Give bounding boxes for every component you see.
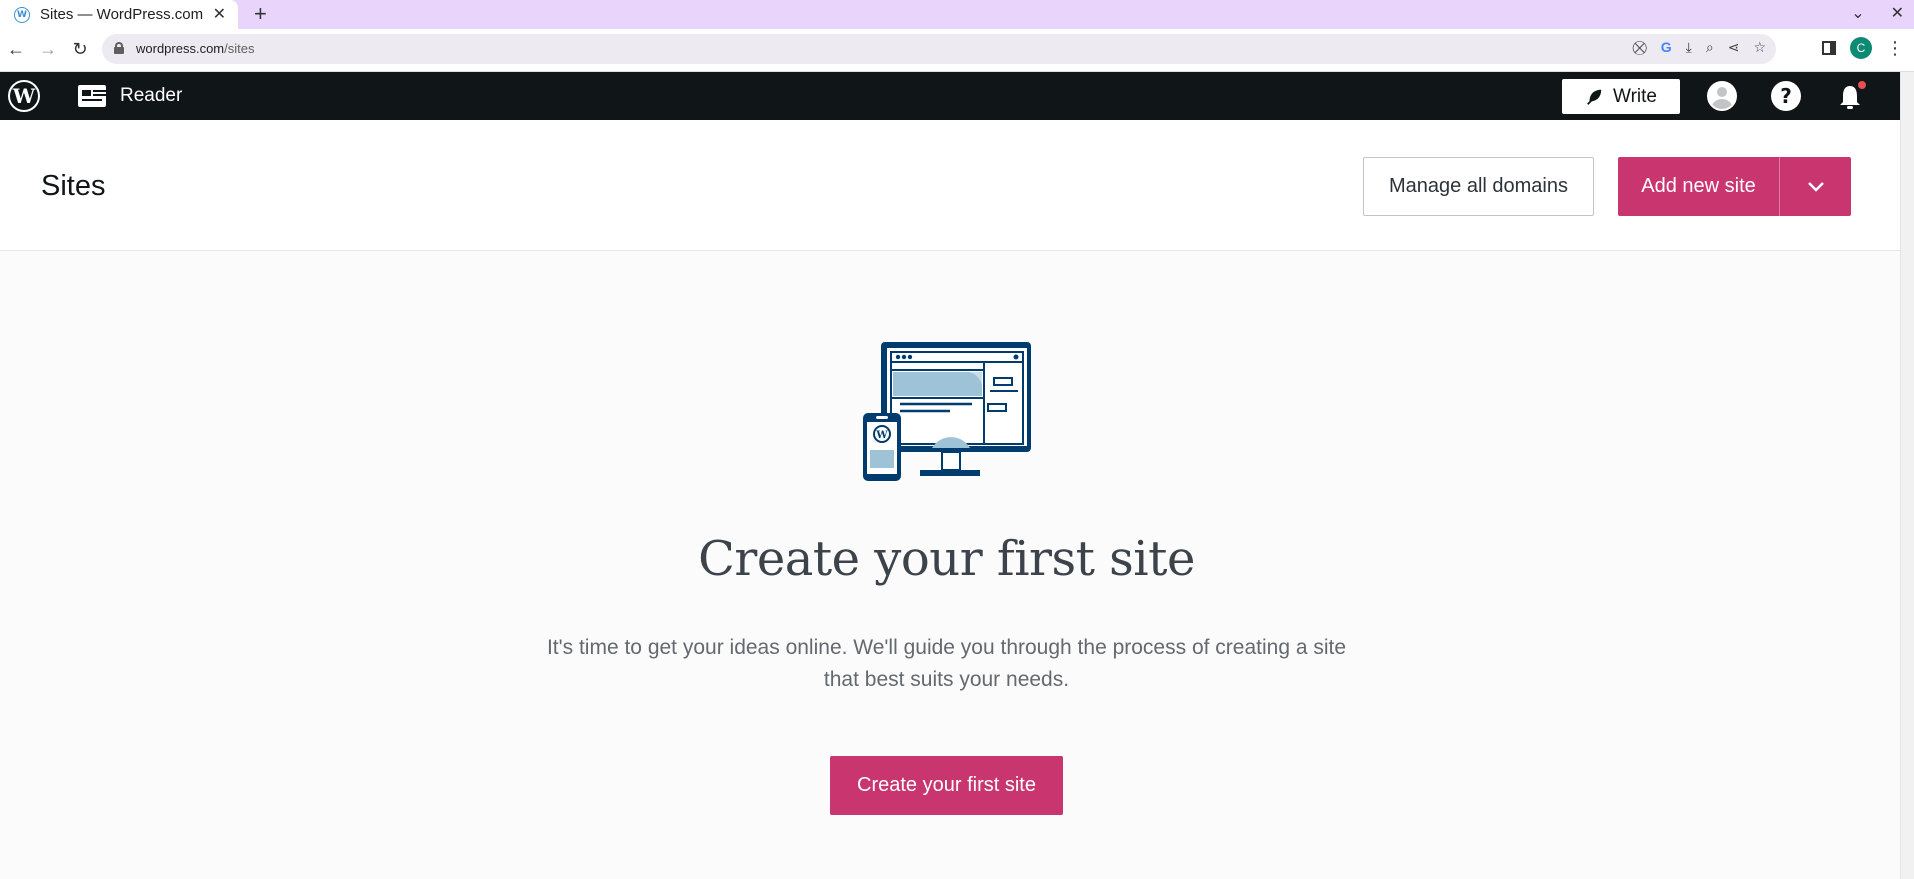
window-close-icon[interactable]: ✕ bbox=[1891, 3, 1904, 23]
user-avatar[interactable] bbox=[1707, 81, 1737, 111]
cookie-blocked-icon[interactable]: ⛒ bbox=[1632, 39, 1646, 56]
close-tab-icon[interactable]: ✕ bbox=[213, 4, 226, 24]
chevron-down-icon bbox=[1807, 181, 1824, 192]
site-devices-illustration: W bbox=[863, 342, 1031, 481]
add-site-dropdown-toggle[interactable] bbox=[1780, 157, 1851, 216]
zoom-icon[interactable]: ⌕ bbox=[1706, 39, 1714, 56]
add-new-site-split-button: Add new site bbox=[1618, 157, 1851, 216]
write-label: Write bbox=[1613, 85, 1657, 107]
create-first-site-button[interactable]: Create your first site bbox=[830, 756, 1063, 815]
install-icon[interactable]: ⤓ bbox=[1686, 39, 1692, 56]
browser-menu-icon[interactable]: ⋮ bbox=[1886, 38, 1904, 58]
share-icon[interactable]: ⋖ bbox=[1728, 39, 1740, 56]
profile-avatar[interactable]: C bbox=[1850, 37, 1872, 59]
tab-search-chevron-icon[interactable]: ⌄ bbox=[1851, 3, 1864, 23]
write-button[interactable]: Write bbox=[1562, 79, 1680, 114]
masterbar: W Reader Write ? bbox=[0, 72, 1900, 120]
page-title: Sites bbox=[41, 170, 106, 202]
quill-icon bbox=[1587, 89, 1602, 105]
browser-toolbar: ← → ↻ wordpress.com/sites ⛒ G ⤓ ⌕ ⋖ ☆ C … bbox=[0, 29, 1914, 72]
empty-state-description: It's time to get your ideas online. We'l… bbox=[546, 636, 1347, 691]
wordpress-favicon-icon: W bbox=[14, 6, 30, 23]
back-icon[interactable]: ← bbox=[4, 37, 28, 61]
lock-icon bbox=[114, 42, 124, 54]
new-tab-button[interactable]: + bbox=[254, 1, 267, 27]
browser-tab[interactable]: W Sites — WordPress.com ✕ bbox=[0, 0, 238, 29]
empty-state-title: Create your first site bbox=[698, 531, 1195, 587]
add-new-site-button[interactable]: Add new site bbox=[1618, 157, 1780, 216]
google-icon[interactable]: G bbox=[1661, 39, 1672, 56]
reader-label: Reader bbox=[120, 85, 183, 106]
manage-all-domains-button[interactable]: Manage all domains bbox=[1363, 157, 1594, 216]
address-bar[interactable]: wordpress.com/sites ⛒ G ⤓ ⌕ ⋖ ☆ bbox=[102, 34, 1776, 64]
page-scrollbar[interactable] bbox=[1900, 72, 1914, 879]
svg-text:W: W bbox=[875, 430, 888, 441]
reader-link[interactable]: Reader bbox=[78, 72, 182, 120]
notification-dot bbox=[1856, 79, 1868, 91]
side-panel-icon[interactable] bbox=[1822, 41, 1836, 55]
wordpress-logo-icon[interactable]: W bbox=[8, 80, 40, 112]
help-icon[interactable]: ? bbox=[1771, 81, 1801, 111]
reload-icon[interactable]: ↻ bbox=[68, 37, 92, 61]
reader-icon bbox=[78, 85, 106, 107]
url-text: wordpress.com/sites bbox=[136, 41, 255, 56]
forward-icon[interactable]: → bbox=[36, 37, 60, 61]
browser-tab-strip: W Sites — WordPress.com ✕ + ⌄ ✕ bbox=[0, 0, 1914, 29]
tab-title: Sites — WordPress.com bbox=[40, 6, 204, 23]
page-header: Sites Manage all domains Add new site bbox=[0, 120, 1900, 251]
bookmark-star-icon[interactable]: ☆ bbox=[1753, 39, 1766, 56]
